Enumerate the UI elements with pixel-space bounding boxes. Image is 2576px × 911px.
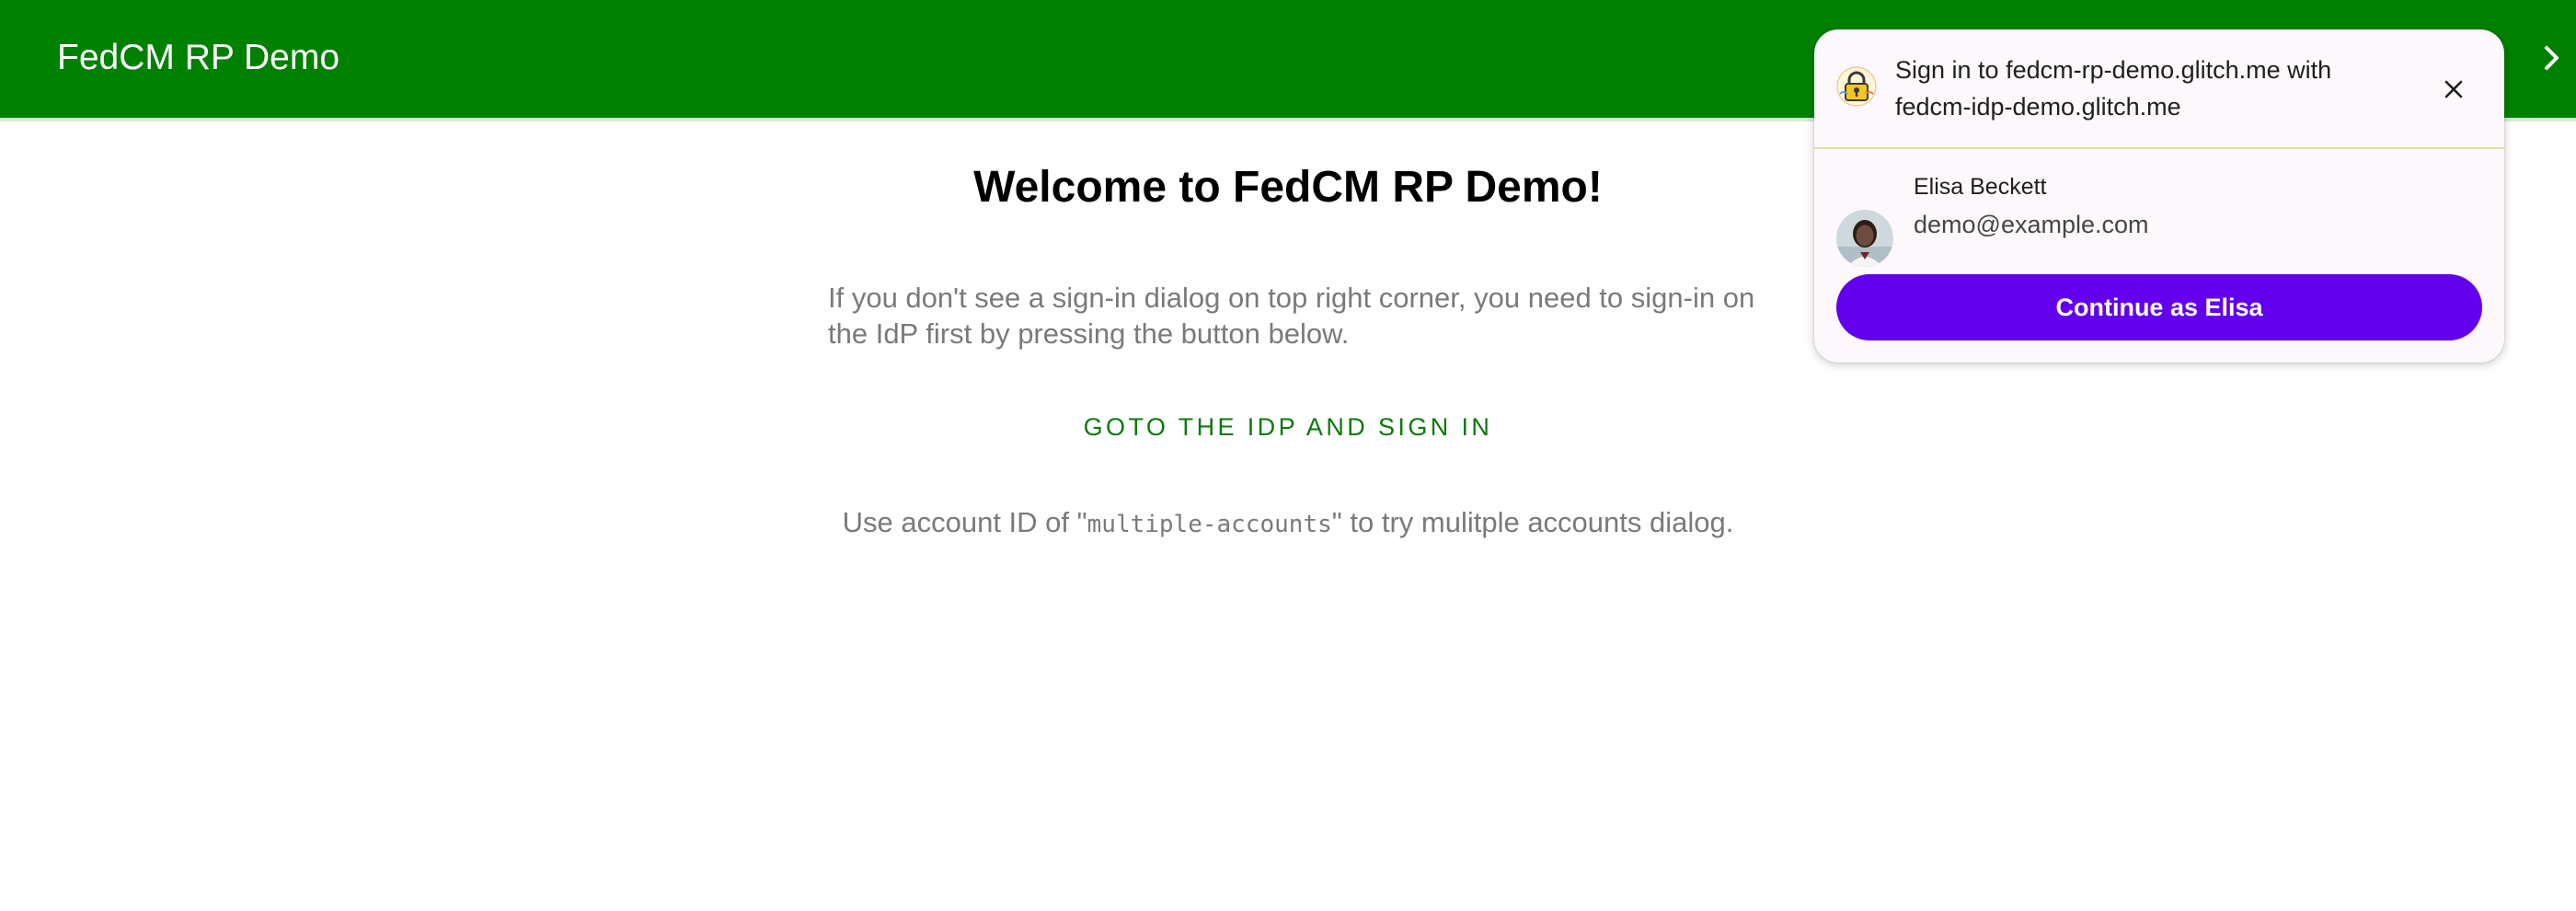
hint-text: Use account ID of "multiple-accounts" to… <box>0 504 2576 543</box>
fedcm-dialog: Sign in to fedcm-rp-demo.glitch.me with … <box>1814 29 2504 363</box>
app-title: FedCM RP Demo <box>57 38 340 77</box>
avatar-icon <box>1836 210 1893 267</box>
hint-prefix: Use account ID of " <box>842 506 1087 538</box>
account-name[interactable]: Elisa Beckett <box>1914 171 2047 202</box>
chevron-right-icon <box>2545 46 2559 70</box>
continue-button[interactable]: Continue as Elisa <box>1836 274 2482 340</box>
dialog-title: Sign in to fedcm-rp-demo.glitch.me with … <box>1895 56 2332 121</box>
page: FedCM RP Demo Welcome to FedCM RP Demo! … <box>0 0 2576 911</box>
account-id-code: multiple-accounts <box>1087 511 1332 538</box>
appbar-overflow-chevron-icon[interactable] <box>2539 35 2563 81</box>
goto-idp-button[interactable]: GOTO THE IDP AND SIGN IN <box>0 409 2576 445</box>
hint-suffix: " to try mulitple accounts dialog. <box>1331 506 1734 538</box>
intro-text: If you don't see a sign-in dialog on top… <box>828 282 1755 350</box>
close-button[interactable] <box>2438 74 2469 105</box>
lock-icon <box>1836 66 1877 107</box>
dialog-header: Sign in to fedcm-rp-demo.glitch.me with … <box>1814 29 2504 149</box>
close-icon <box>2444 80 2463 98</box>
account-email[interactable]: demo@example.com <box>1914 208 2149 241</box>
